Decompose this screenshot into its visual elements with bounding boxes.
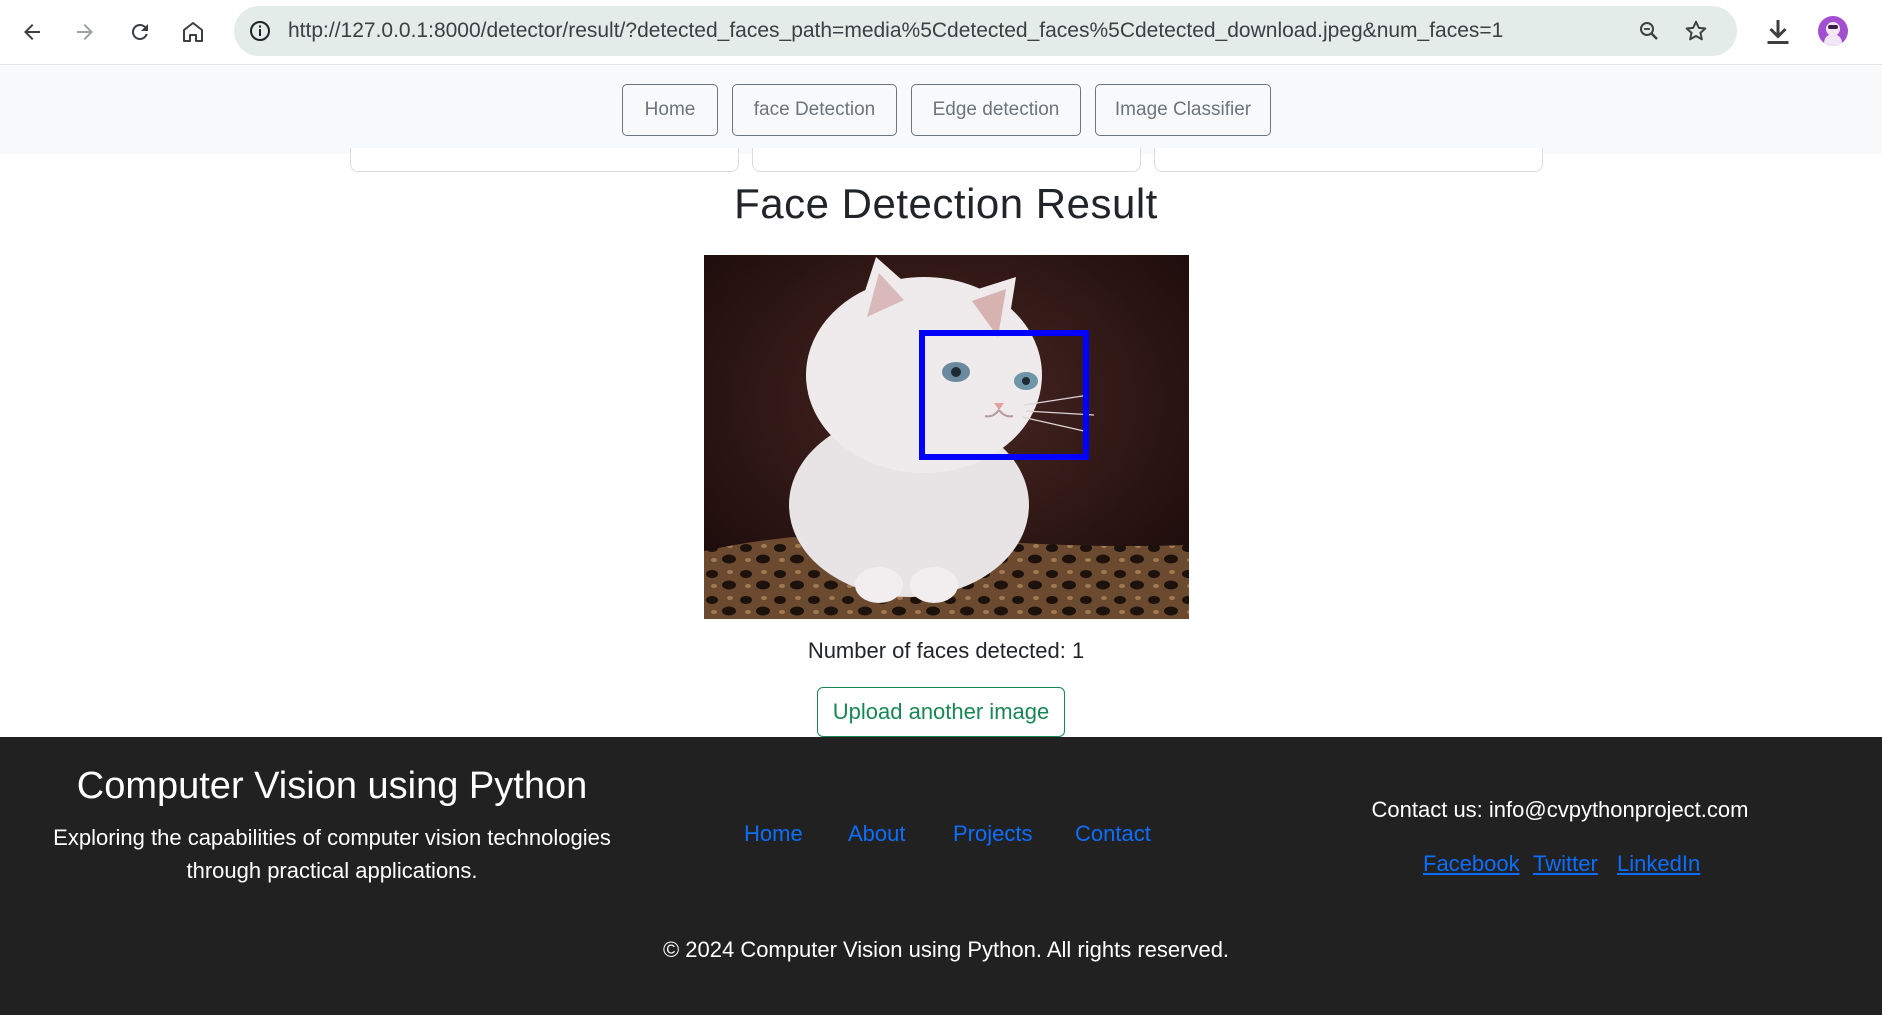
footer-link-contact[interactable]: Contact (1075, 821, 1151, 847)
faces-count-text: Number of faces detected: 1 (807, 638, 1085, 663)
avatar-icon (1824, 22, 1842, 46)
footer-description: Exploring the capabilities of computer v… (53, 825, 611, 883)
home-icon (183, 22, 203, 42)
footer-link-projects[interactable]: Projects (953, 821, 1032, 847)
footer-link-about[interactable]: About (848, 821, 906, 847)
social-link-facebook[interactable]: Facebook (1423, 851, 1520, 877)
star-icon[interactable] (1683, 18, 1709, 44)
card-edge (1154, 148, 1543, 172)
social-link-twitter[interactable]: Twitter (1533, 851, 1598, 877)
address-bar[interactable]: http://127.0.0.1:8000/detector/result/?d… (234, 6, 1737, 56)
footer-link-home[interactable]: Home (744, 821, 803, 847)
social-link-linkedin[interactable]: LinkedIn (1617, 851, 1700, 877)
browser-toolbar: http://127.0.0.1:8000/detector/result/?d… (0, 0, 1882, 65)
card-edge (752, 148, 1141, 172)
back-arrow-icon (24, 24, 40, 40)
profile-avatar[interactable] (1818, 16, 1848, 46)
kitten-illustration (704, 255, 1189, 619)
copyright-text: © 2024 Computer Vision using Python. All… (662, 937, 1230, 962)
forward-arrow-icon (77, 24, 93, 40)
back-button[interactable] (12, 12, 52, 52)
nav-face-detection-button[interactable]: face Detection (732, 84, 897, 136)
url-text[interactable]: http://127.0.0.1:8000/detector/result/?d… (288, 19, 1503, 43)
nav-edge-detection-button[interactable]: Edge detection (911, 84, 1081, 136)
detected-faces-image (704, 255, 1189, 619)
reload-button[interactable] (120, 12, 160, 52)
footer-title: Computer Vision using Python (76, 765, 588, 807)
zoom-icon[interactable] (1637, 19, 1661, 43)
upload-another-image-button[interactable]: Upload another image (817, 687, 1065, 737)
page-title: Face Detection Result (734, 180, 1158, 227)
nav-image-classifier-button[interactable]: Image Classifier (1095, 84, 1271, 136)
footer: Computer Vision using Python Exploring t… (0, 737, 1882, 1015)
reload-icon (131, 23, 148, 40)
nav-home-button[interactable]: Home (622, 84, 718, 136)
contact-text: Contact us: info@cvpythonproject.com (1371, 797, 1749, 822)
download-icon[interactable] (1760, 14, 1796, 50)
site-navbar: Home face Detection Edge detection Image… (0, 66, 1882, 154)
home-button[interactable] (173, 12, 213, 52)
card-edge (350, 148, 739, 172)
info-icon[interactable] (248, 19, 272, 43)
forward-button[interactable] (65, 12, 105, 52)
